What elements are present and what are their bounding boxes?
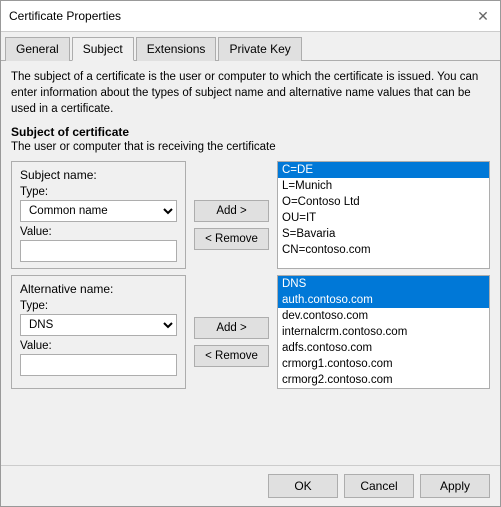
alt-remove-button[interactable]: < Remove bbox=[194, 345, 269, 367]
alt-value-input[interactable] bbox=[20, 354, 177, 376]
subject-name-group: Subject name: Type: Common name Organiza… bbox=[11, 161, 186, 269]
alt-list-header: DNS bbox=[278, 276, 489, 292]
alt-type-label: Type: bbox=[20, 300, 177, 312]
alt-list[interactable]: DNS auth.contoso.com dev.contoso.com int… bbox=[277, 275, 490, 389]
alt-list-container: DNS auth.contoso.com dev.contoso.com int… bbox=[277, 275, 490, 389]
list-item[interactable]: CN=contoso.com bbox=[278, 242, 489, 258]
list-item[interactable]: L=Munich bbox=[278, 178, 489, 194]
list-item[interactable]: S=Bavaria bbox=[278, 226, 489, 242]
section-sublabel-subject-of-certificate: The user or computer that is receiving t… bbox=[11, 141, 490, 153]
alternative-name-group: Alternative name: Type: DNS E-mail URL I… bbox=[11, 275, 186, 389]
alt-middle-buttons: Add > < Remove bbox=[194, 275, 269, 389]
subject-type-select[interactable]: Common name Organization Organizational … bbox=[20, 200, 177, 222]
list-item[interactable]: OU=IT bbox=[278, 210, 489, 226]
tab-bar: General Subject Extensions Private Key bbox=[1, 32, 500, 61]
alt-add-button[interactable]: Add > bbox=[194, 317, 269, 339]
list-item[interactable]: dev.contoso.com bbox=[278, 308, 489, 324]
list-item[interactable]: internalcrm.contoso.com bbox=[278, 324, 489, 340]
ok-button[interactable]: OK bbox=[268, 474, 338, 498]
alt-type-select[interactable]: DNS E-mail URL IP address UPN bbox=[20, 314, 177, 336]
subject-middle-buttons: Add > < Remove bbox=[194, 161, 269, 269]
window-title: Certificate Properties bbox=[9, 9, 121, 23]
subject-name-row: Subject name: Type: Common name Organiza… bbox=[11, 161, 490, 269]
list-item[interactable]: O=Contoso Ltd bbox=[278, 194, 489, 210]
certificate-properties-window: Certificate Properties ✕ General Subject… bbox=[0, 0, 501, 507]
list-item[interactable]: C=DE bbox=[278, 162, 489, 178]
subject-list[interactable]: C=DE L=Munich O=Contoso Ltd OU=IT S=Bava… bbox=[277, 161, 490, 269]
list-item[interactable]: auth.contoso.com bbox=[278, 292, 489, 308]
tab-content: The subject of a certificate is the user… bbox=[1, 61, 500, 465]
subject-remove-button[interactable]: < Remove bbox=[194, 228, 269, 250]
subject-list-container: C=DE L=Munich O=Contoso Ltd OU=IT S=Bava… bbox=[277, 161, 490, 269]
subject-value-label: Value: bbox=[20, 226, 177, 238]
title-bar: Certificate Properties ✕ bbox=[1, 1, 500, 32]
description-text: The subject of a certificate is the user… bbox=[11, 69, 490, 117]
list-item[interactable]: crmorg2.contoso.com bbox=[278, 372, 489, 388]
subject-type-label: Type: bbox=[20, 186, 177, 198]
footer: OK Cancel Apply bbox=[1, 465, 500, 506]
alternative-name-title: Alternative name: bbox=[20, 282, 177, 296]
alt-value-label: Value: bbox=[20, 340, 177, 352]
list-item[interactable]: crmorg1.contoso.com bbox=[278, 356, 489, 372]
tab-general[interactable]: General bbox=[5, 37, 70, 61]
apply-button[interactable]: Apply bbox=[420, 474, 490, 498]
subject-add-button[interactable]: Add > bbox=[194, 200, 269, 222]
close-button[interactable]: ✕ bbox=[474, 7, 492, 25]
section-label-subject-of-certificate: Subject of certificate bbox=[11, 125, 490, 139]
alternative-name-row: Alternative name: Type: DNS E-mail URL I… bbox=[11, 275, 490, 389]
tab-subject[interactable]: Subject bbox=[72, 37, 134, 61]
subject-value-input[interactable] bbox=[20, 240, 177, 262]
tab-private-key[interactable]: Private Key bbox=[218, 37, 301, 61]
cancel-button[interactable]: Cancel bbox=[344, 474, 414, 498]
subject-name-title: Subject name: bbox=[20, 168, 177, 182]
list-item[interactable]: adfs.contoso.com bbox=[278, 340, 489, 356]
tab-extensions[interactable]: Extensions bbox=[136, 37, 217, 61]
